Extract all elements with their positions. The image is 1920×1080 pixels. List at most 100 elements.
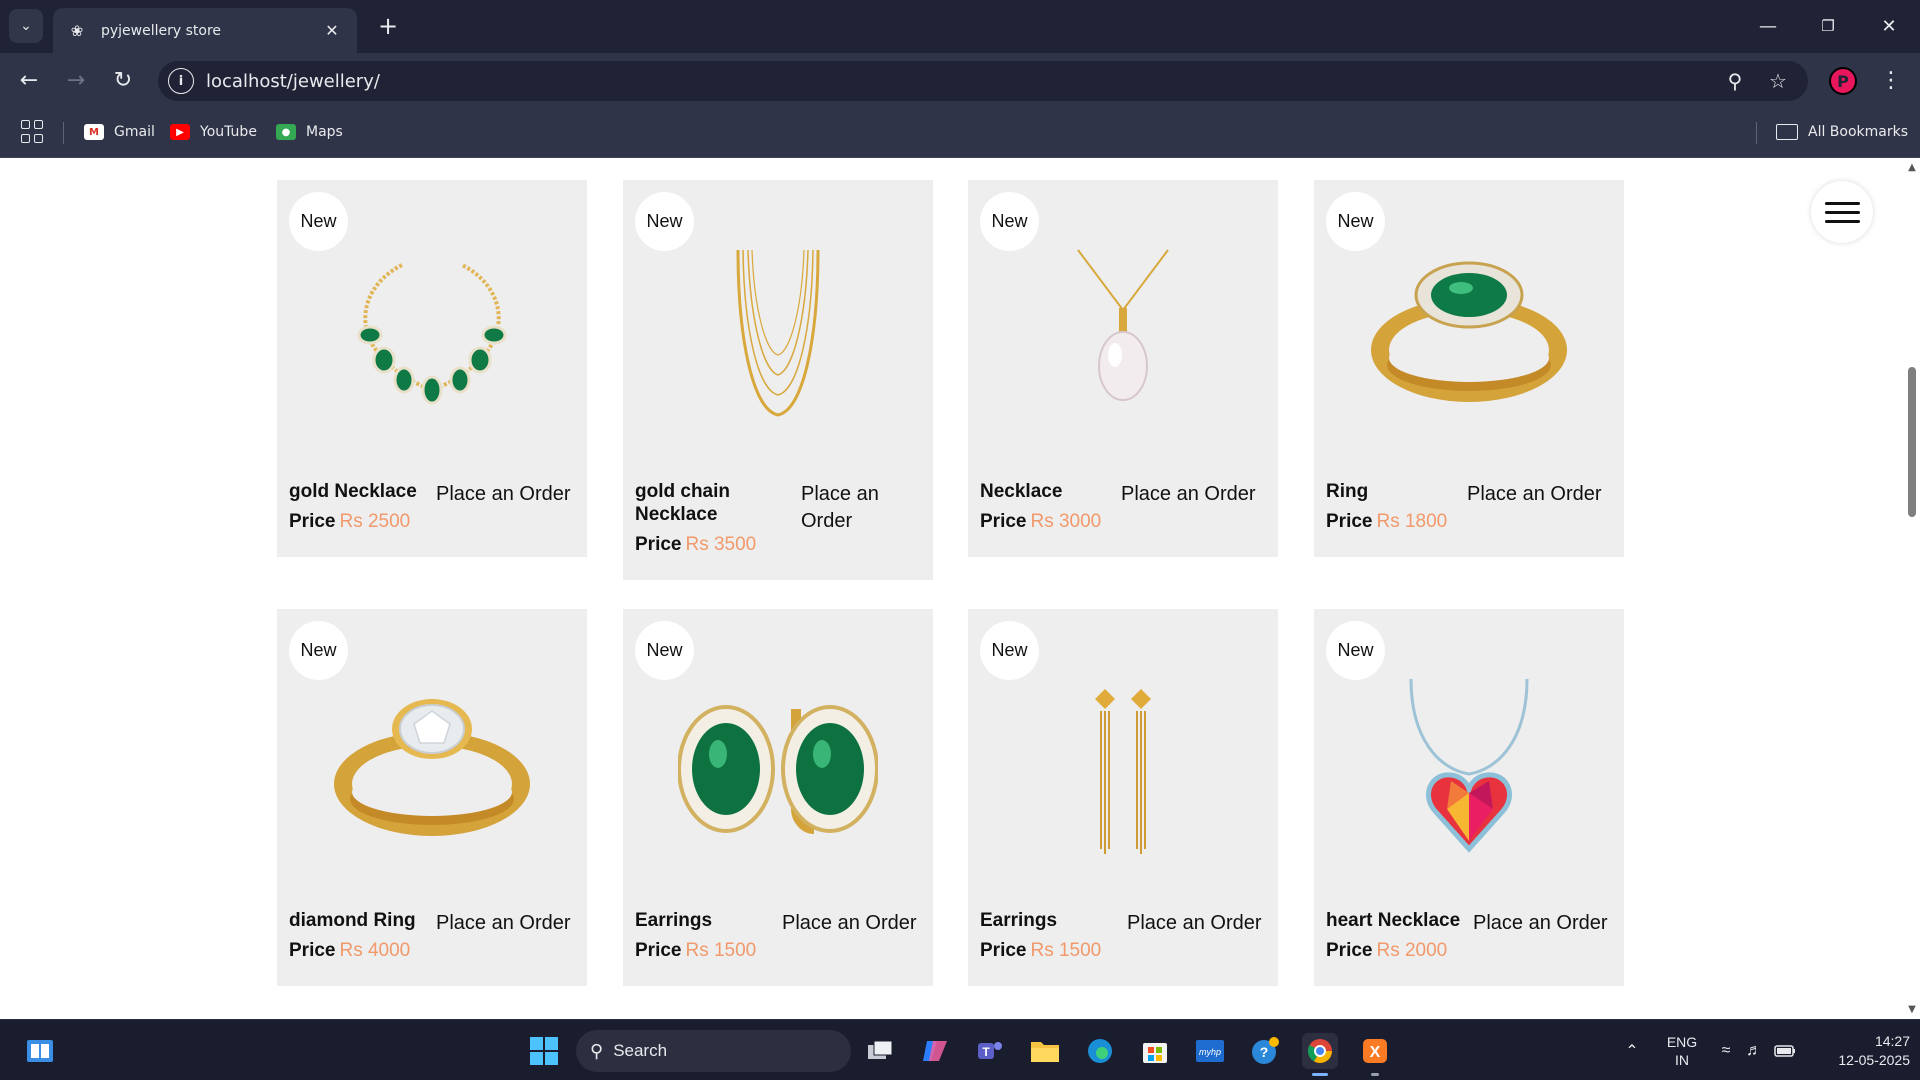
price-value: Rs 1500 xyxy=(685,940,757,961)
bookmark-maps[interactable]: ● Maps xyxy=(276,120,343,144)
myhp-icon[interactable]: myhp xyxy=(1192,1033,1228,1069)
battery-icon[interactable] xyxy=(1772,1020,1798,1080)
scroll-up-arrow-icon[interactable]: ▲ xyxy=(1907,163,1917,173)
product-card[interactable]: New Ring Place an Order Price Rs 1800 xyxy=(1314,180,1624,557)
chrome-icon[interactable] xyxy=(1302,1033,1338,1069)
volume-icon[interactable]: ♬ xyxy=(1742,1020,1766,1080)
input-language-indicator[interactable]: ENG IN xyxy=(1660,1020,1704,1080)
product-card[interactable]: New gold chain Necklace Place an Order P… xyxy=(623,180,933,580)
place-order-link[interactable]: Place an Order xyxy=(436,481,581,508)
scrollbar-thumb[interactable] xyxy=(1908,367,1916,517)
price-value: Rs 3000 xyxy=(1030,511,1102,532)
get-help-icon[interactable]: ? xyxy=(1247,1033,1283,1069)
page-scrollbar[interactable]: ▲ ▼ xyxy=(1904,159,1920,1019)
tab-close-icon[interactable]: ✕ xyxy=(321,21,343,40)
clock-date: 12-05-2025 xyxy=(1838,1052,1910,1068)
forward-arrow-icon[interactable]: → xyxy=(59,63,93,97)
place-order-link[interactable]: Place an Order xyxy=(801,481,921,535)
profile-avatar[interactable]: P xyxy=(1829,67,1857,95)
bookmark-youtube[interactable]: ▶ YouTube xyxy=(170,120,257,144)
price-row: Price Rs 1800 xyxy=(1326,511,1447,533)
price-row: Price Rs 4000 xyxy=(289,940,410,962)
taskbar-search-label: Search xyxy=(613,1041,668,1060)
product-name: Earrings xyxy=(635,910,713,931)
place-order-link[interactable]: Place an Order xyxy=(436,910,581,937)
svg-text:?: ? xyxy=(1260,1044,1269,1060)
close-window-button[interactable]: ✕ xyxy=(1866,11,1912,41)
bookmark-label: YouTube xyxy=(200,124,257,140)
widgets-icon[interactable] xyxy=(22,1033,58,1069)
wifi-icon[interactable]: ≈ xyxy=(1714,1020,1738,1080)
task-view-icon[interactable] xyxy=(862,1033,898,1069)
reload-icon[interactable]: ↻ xyxy=(106,63,140,97)
browser-menu-icon[interactable]: ⋮ xyxy=(1878,65,1904,95)
diamond-ring-image xyxy=(334,699,530,836)
price-row: Price Rs 3500 xyxy=(635,534,756,556)
price-label: Price xyxy=(635,534,682,555)
copilot-icon[interactable] xyxy=(917,1033,953,1069)
product-name: gold chain Necklace xyxy=(635,481,730,525)
place-order-link[interactable]: Place an Order xyxy=(782,910,927,937)
price-value: Rs 3500 xyxy=(685,534,757,555)
xampp-icon[interactable]: X xyxy=(1357,1033,1393,1069)
product-name: heart Necklace xyxy=(1326,910,1461,931)
place-order-link[interactable]: Place an Order xyxy=(1121,481,1271,508)
maps-icon: ● xyxy=(276,124,296,140)
product-card[interactable]: New heart Necklace Place an Order Price R… xyxy=(1314,609,1624,986)
microsoft-store-icon[interactable] xyxy=(1137,1033,1173,1069)
product-card[interactable]: New Necklace Place an Order Price Rs 3000 xyxy=(968,180,1278,557)
restore-button[interactable]: ❐ xyxy=(1805,11,1851,41)
bookmark-gmail[interactable]: M Gmail xyxy=(84,120,155,144)
zoom-search-icon[interactable]: ⚲ xyxy=(1720,66,1750,96)
hamburger-menu-icon[interactable] xyxy=(1811,181,1873,243)
address-bar[interactable]: i localhost/jewellery/ ⚲ ☆ xyxy=(158,61,1808,101)
product-card[interactable]: New Earrings Place an Order Price Rs 1500 xyxy=(623,609,933,986)
chrome-active-indicator xyxy=(1312,1073,1328,1076)
gold-chain-image xyxy=(736,249,820,417)
bookmark-label: Gmail xyxy=(114,124,155,140)
file-explorer-icon[interactable] xyxy=(1027,1033,1063,1069)
product-card[interactable]: New diamond Ring Place an Order Price Rs … xyxy=(277,609,587,986)
site-info-icon[interactable]: i xyxy=(168,68,194,94)
tray-overflow-chevron-icon[interactable]: ⌃ xyxy=(1618,1020,1646,1080)
price-value: Rs 2000 xyxy=(1376,940,1448,961)
bookmark-star-icon[interactable]: ☆ xyxy=(1763,66,1793,96)
search-icon: ⚲ xyxy=(590,1040,604,1061)
price-label: Price xyxy=(1326,940,1373,961)
page-viewport: New gold Necklace Place an Order Price Rs… xyxy=(0,159,1904,1019)
system-clock[interactable]: 14:27 12-05-2025 xyxy=(1810,1032,1910,1070)
new-tab-button[interactable]: + xyxy=(373,11,403,41)
place-order-link[interactable]: Place an Order xyxy=(1127,910,1272,937)
emerald-ring-image xyxy=(1371,261,1567,402)
product-name: Ring xyxy=(1326,481,1369,502)
pearl-pendant-image xyxy=(1077,249,1169,401)
price-value: Rs 1500 xyxy=(1030,940,1102,961)
product-card[interactable]: New gold Necklace Place an Order Price Rs… xyxy=(277,180,587,557)
place-order-link[interactable]: Place an Order xyxy=(1467,481,1617,508)
svg-text:myhp: myhp xyxy=(1199,1047,1221,1057)
product-card[interactable]: New Earrings Place an Order Price Rs 1500 xyxy=(968,609,1278,986)
price-row: Price Rs 1500 xyxy=(980,940,1101,962)
edge-browser-icon[interactable] xyxy=(1082,1033,1118,1069)
taskbar-search-box[interactable]: ⚲ Search xyxy=(576,1030,851,1072)
browser-tab[interactable]: ❀ pyjewellery store ✕ xyxy=(53,8,357,53)
windows-taskbar: ⚲ Search T myhp ? X ⌃ ENG IN ≈ ♬ 14:27 1… xyxy=(0,1019,1920,1080)
place-order-link[interactable]: Place an Order xyxy=(1473,910,1618,937)
product-name: Necklace xyxy=(980,481,1063,502)
back-arrow-icon[interactable]: ← xyxy=(12,63,46,97)
teams-icon[interactable]: T xyxy=(972,1033,1008,1069)
scroll-down-arrow-icon[interactable]: ▼ xyxy=(1907,1005,1917,1015)
price-value: Rs 4000 xyxy=(339,940,411,961)
minimize-button[interactable]: — xyxy=(1745,11,1791,41)
tab-search-chevron-icon[interactable]: ⌄ xyxy=(9,9,43,43)
apps-grid-icon[interactable] xyxy=(21,120,45,144)
language-code: ENG xyxy=(1666,1033,1698,1050)
browser-tab-bar: ⌄ ❀ pyjewellery store ✕ + — ❐ ✕ xyxy=(0,0,1920,53)
url-text[interactable]: localhost/jewellery/ xyxy=(206,71,380,92)
folder-icon xyxy=(1776,124,1798,140)
windows-start-icon[interactable] xyxy=(526,1033,562,1069)
price-label: Price xyxy=(289,940,336,961)
bookmarks-bar: M Gmail ▶ YouTube ● Maps All Bookmarks xyxy=(0,106,1920,158)
product-name: diamond Ring xyxy=(289,910,416,931)
all-bookmarks-button[interactable]: All Bookmarks xyxy=(1776,120,1908,144)
